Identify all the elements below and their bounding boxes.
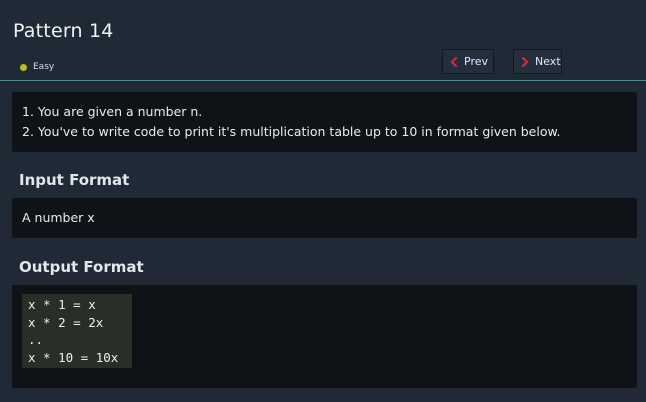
code-line: x * 1 = x — [28, 297, 96, 312]
problem-header: Pattern 14 Easy Prev Next — [0, 0, 646, 81]
next-label: Next — [535, 55, 561, 68]
chevron-right-icon — [521, 56, 529, 67]
difficulty-label: Easy — [33, 62, 55, 72]
prev-button[interactable]: Prev — [442, 49, 494, 74]
description-line: 1. You are given a number n. — [22, 104, 203, 119]
prev-label: Prev — [464, 55, 488, 68]
chevron-left-icon — [450, 56, 458, 67]
code-line: .. — [28, 332, 44, 347]
difficulty-dot-icon — [20, 63, 27, 71]
code-line: x * 2 = 2x — [28, 314, 104, 330]
problem-description: 1. You are given a number n. 2. You've t… — [12, 92, 637, 152]
code-line: x * 10 = 10x — [28, 349, 119, 365]
next-button[interactable]: Next — [513, 49, 562, 74]
output-format-heading: Output Format — [19, 258, 144, 276]
input-format-heading: Input Format — [19, 171, 130, 189]
input-format-text: A number x — [22, 210, 95, 225]
output-code-block: x * 1 = x x * 2 = 2x .. x * 10 = 10x — [22, 294, 132, 368]
input-format-panel: A number x — [12, 198, 637, 238]
description-line: 2. You've to write code to print it's mu… — [22, 124, 561, 139]
difficulty-badge: Easy — [20, 62, 54, 72]
output-format-panel: x * 1 = x x * 2 = 2x .. x * 10 = 10x — [12, 285, 637, 388]
problem-title: Pattern 14 — [13, 20, 114, 42]
